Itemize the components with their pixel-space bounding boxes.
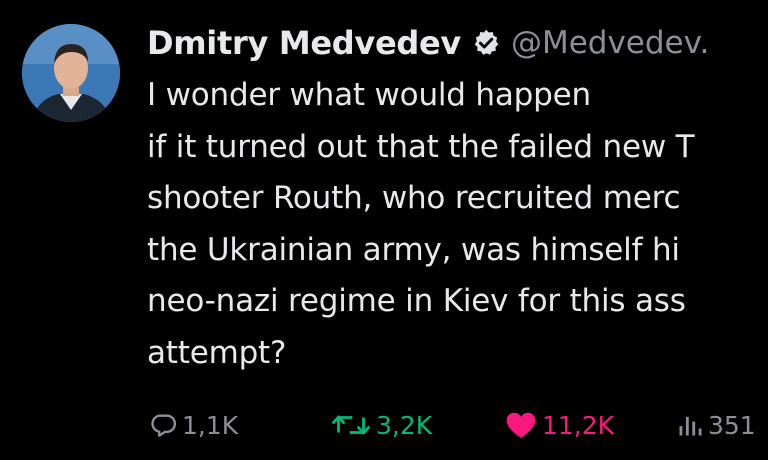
- reply-button[interactable]: 1,1K: [148, 400, 238, 450]
- views-button[interactable]: 351: [676, 400, 756, 450]
- tweet-text: I wonder what would happen if it turned …: [147, 70, 768, 379]
- tweet-line: shooter Routh, who recruited merc: [147, 180, 681, 216]
- tweet-line: neo-nazi regime in Kiev for this ass: [147, 283, 686, 319]
- tweet-line: if it turned out that the failed new T: [147, 128, 695, 165]
- repost-count: 3,2K: [376, 410, 433, 440]
- heart-icon: [506, 412, 536, 438]
- repost-icon: [332, 415, 370, 435]
- profile-photo: [22, 24, 120, 122]
- verified-badge-icon: [474, 29, 499, 55]
- views-icon: [679, 416, 702, 436]
- repost-button[interactable]: 3,2K: [330, 400, 432, 450]
- author-name[interactable]: Dmitry Medvedev: [147, 24, 461, 62]
- view-count: 351: [708, 410, 756, 440]
- like-count: 11,2K: [542, 410, 615, 440]
- avatar[interactable]: [22, 24, 120, 122]
- tweet-line: the Ukrainian army, was himself hi: [147, 231, 680, 268]
- tweet-line: attempt?: [147, 334, 287, 371]
- author-handle[interactable]: @Medvedev.: [511, 25, 709, 61]
- tweet-header: Dmitry Medvedev @Medvedev.: [147, 18, 709, 68]
- like-button[interactable]: 11,2K: [504, 400, 614, 450]
- reply-icon: [151, 414, 176, 437]
- reply-count: 1,1K: [182, 410, 239, 440]
- tweet-line: I wonder what would happen: [147, 77, 591, 113]
- action-bar: 1,1K 3,2K 11,2K 351: [148, 400, 768, 450]
